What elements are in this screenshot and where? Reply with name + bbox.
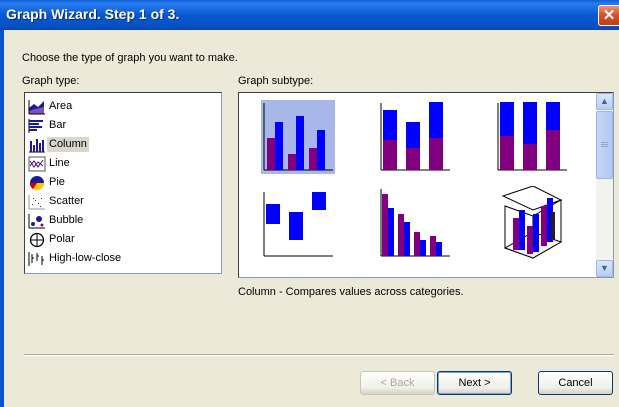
- graph-type-label-bar: Bar: [49, 119, 67, 131]
- window-title: Graph Wizard. Step 1 of 3.: [6, 6, 180, 22]
- stacked-column-icon: [380, 102, 450, 171]
- chevron-down-icon: ▼: [600, 263, 609, 273]
- close-icon: ✕: [602, 7, 616, 24]
- graph-type-item-polar[interactable]: Polar: [28, 230, 218, 249]
- subtype-100-percent-stacked-column[interactable]: [495, 100, 569, 174]
- scroll-thumb[interactable]: [596, 111, 613, 179]
- grip-line: [601, 144, 608, 145]
- graph-type-item-pie[interactable]: Pie: [28, 173, 218, 192]
- area-chart-icon: [28, 99, 45, 114]
- graph-type-label-bubble: Bubble: [49, 214, 84, 226]
- chevron-up-icon: ▲: [600, 96, 609, 106]
- polar-chart-icon: [29, 232, 45, 247]
- graph-type-label: Graph type:: [22, 75, 80, 87]
- scatter-chart-icon: [28, 194, 45, 209]
- grip-line: [601, 146, 608, 147]
- graph-subtype-label: Graph subtype:: [238, 75, 314, 87]
- close-button[interactable]: ✕: [598, 5, 619, 26]
- subtype-floating-column[interactable]: [261, 186, 335, 260]
- clustered-column-icon: [263, 103, 333, 171]
- subtype-scrollbar[interactable]: ▲ ▼: [596, 93, 613, 277]
- graph-type-item-high-low-close[interactable]: High-low-close: [28, 249, 218, 268]
- subtype-stacked-column[interactable]: [378, 100, 452, 174]
- cancel-button[interactable]: Cancel: [538, 371, 613, 395]
- graph-type-item-bubble[interactable]: Bubble: [28, 211, 218, 230]
- graph-type-label-high-low-close: High-low-close: [49, 252, 122, 264]
- bar-chart-icon: [28, 118, 43, 133]
- subtype-clustered-column-offset[interactable]: [378, 186, 452, 260]
- graph-type-item-bar[interactable]: Bar: [28, 116, 218, 135]
- scroll-up-button[interactable]: ▲: [596, 93, 613, 110]
- graph-type-label-polar: Polar: [49, 233, 75, 245]
- subtype-description: Column - Compares values across categori…: [238, 286, 464, 298]
- graph-type-label-line: Line: [49, 157, 70, 169]
- graph-type-label-scatter: Scatter: [49, 195, 84, 207]
- floating-column-icon: [263, 192, 333, 257]
- bubble-chart-icon: [28, 213, 45, 228]
- graph-type-item-line[interactable]: Line: [28, 154, 218, 173]
- graph-subtype-panel[interactable]: ▲ ▼: [238, 92, 614, 278]
- graph-type-label-pie: Pie: [49, 176, 65, 188]
- percent-stacked-column-icon: [497, 102, 567, 171]
- separator: [24, 354, 614, 356]
- back-button[interactable]: < Back: [360, 371, 435, 395]
- pie-chart-icon: [29, 175, 45, 190]
- graph-type-item-column[interactable]: Column: [28, 135, 218, 154]
- graph-type-label-area: Area: [49, 100, 73, 112]
- high-low-close-icon: [28, 251, 44, 266]
- 3d-column-icon: [501, 185, 563, 259]
- graph-type-item-area[interactable]: Area: [28, 97, 218, 116]
- instruction-text: Choose the type of graph you want to mak…: [22, 52, 238, 64]
- subtype-3d-column[interactable]: [495, 185, 569, 260]
- next-button[interactable]: Next >: [437, 371, 512, 395]
- grip-line: [601, 142, 608, 143]
- scroll-down-button[interactable]: ▼: [596, 260, 613, 277]
- clustered-column-offset-icon: [380, 189, 450, 257]
- line-chart-icon: [28, 156, 46, 171]
- title-bar[interactable]: Graph Wizard. Step 1 of 3. ✕: [0, 0, 619, 30]
- graph-type-list[interactable]: Area Bar Column Line Pie Scatter Bubble …: [24, 92, 222, 274]
- graph-type-label-column: Column: [47, 137, 89, 152]
- subtype-clustered-column[interactable]: [261, 100, 335, 174]
- column-chart-icon: [29, 138, 45, 152]
- graph-type-item-scatter[interactable]: Scatter: [28, 192, 218, 211]
